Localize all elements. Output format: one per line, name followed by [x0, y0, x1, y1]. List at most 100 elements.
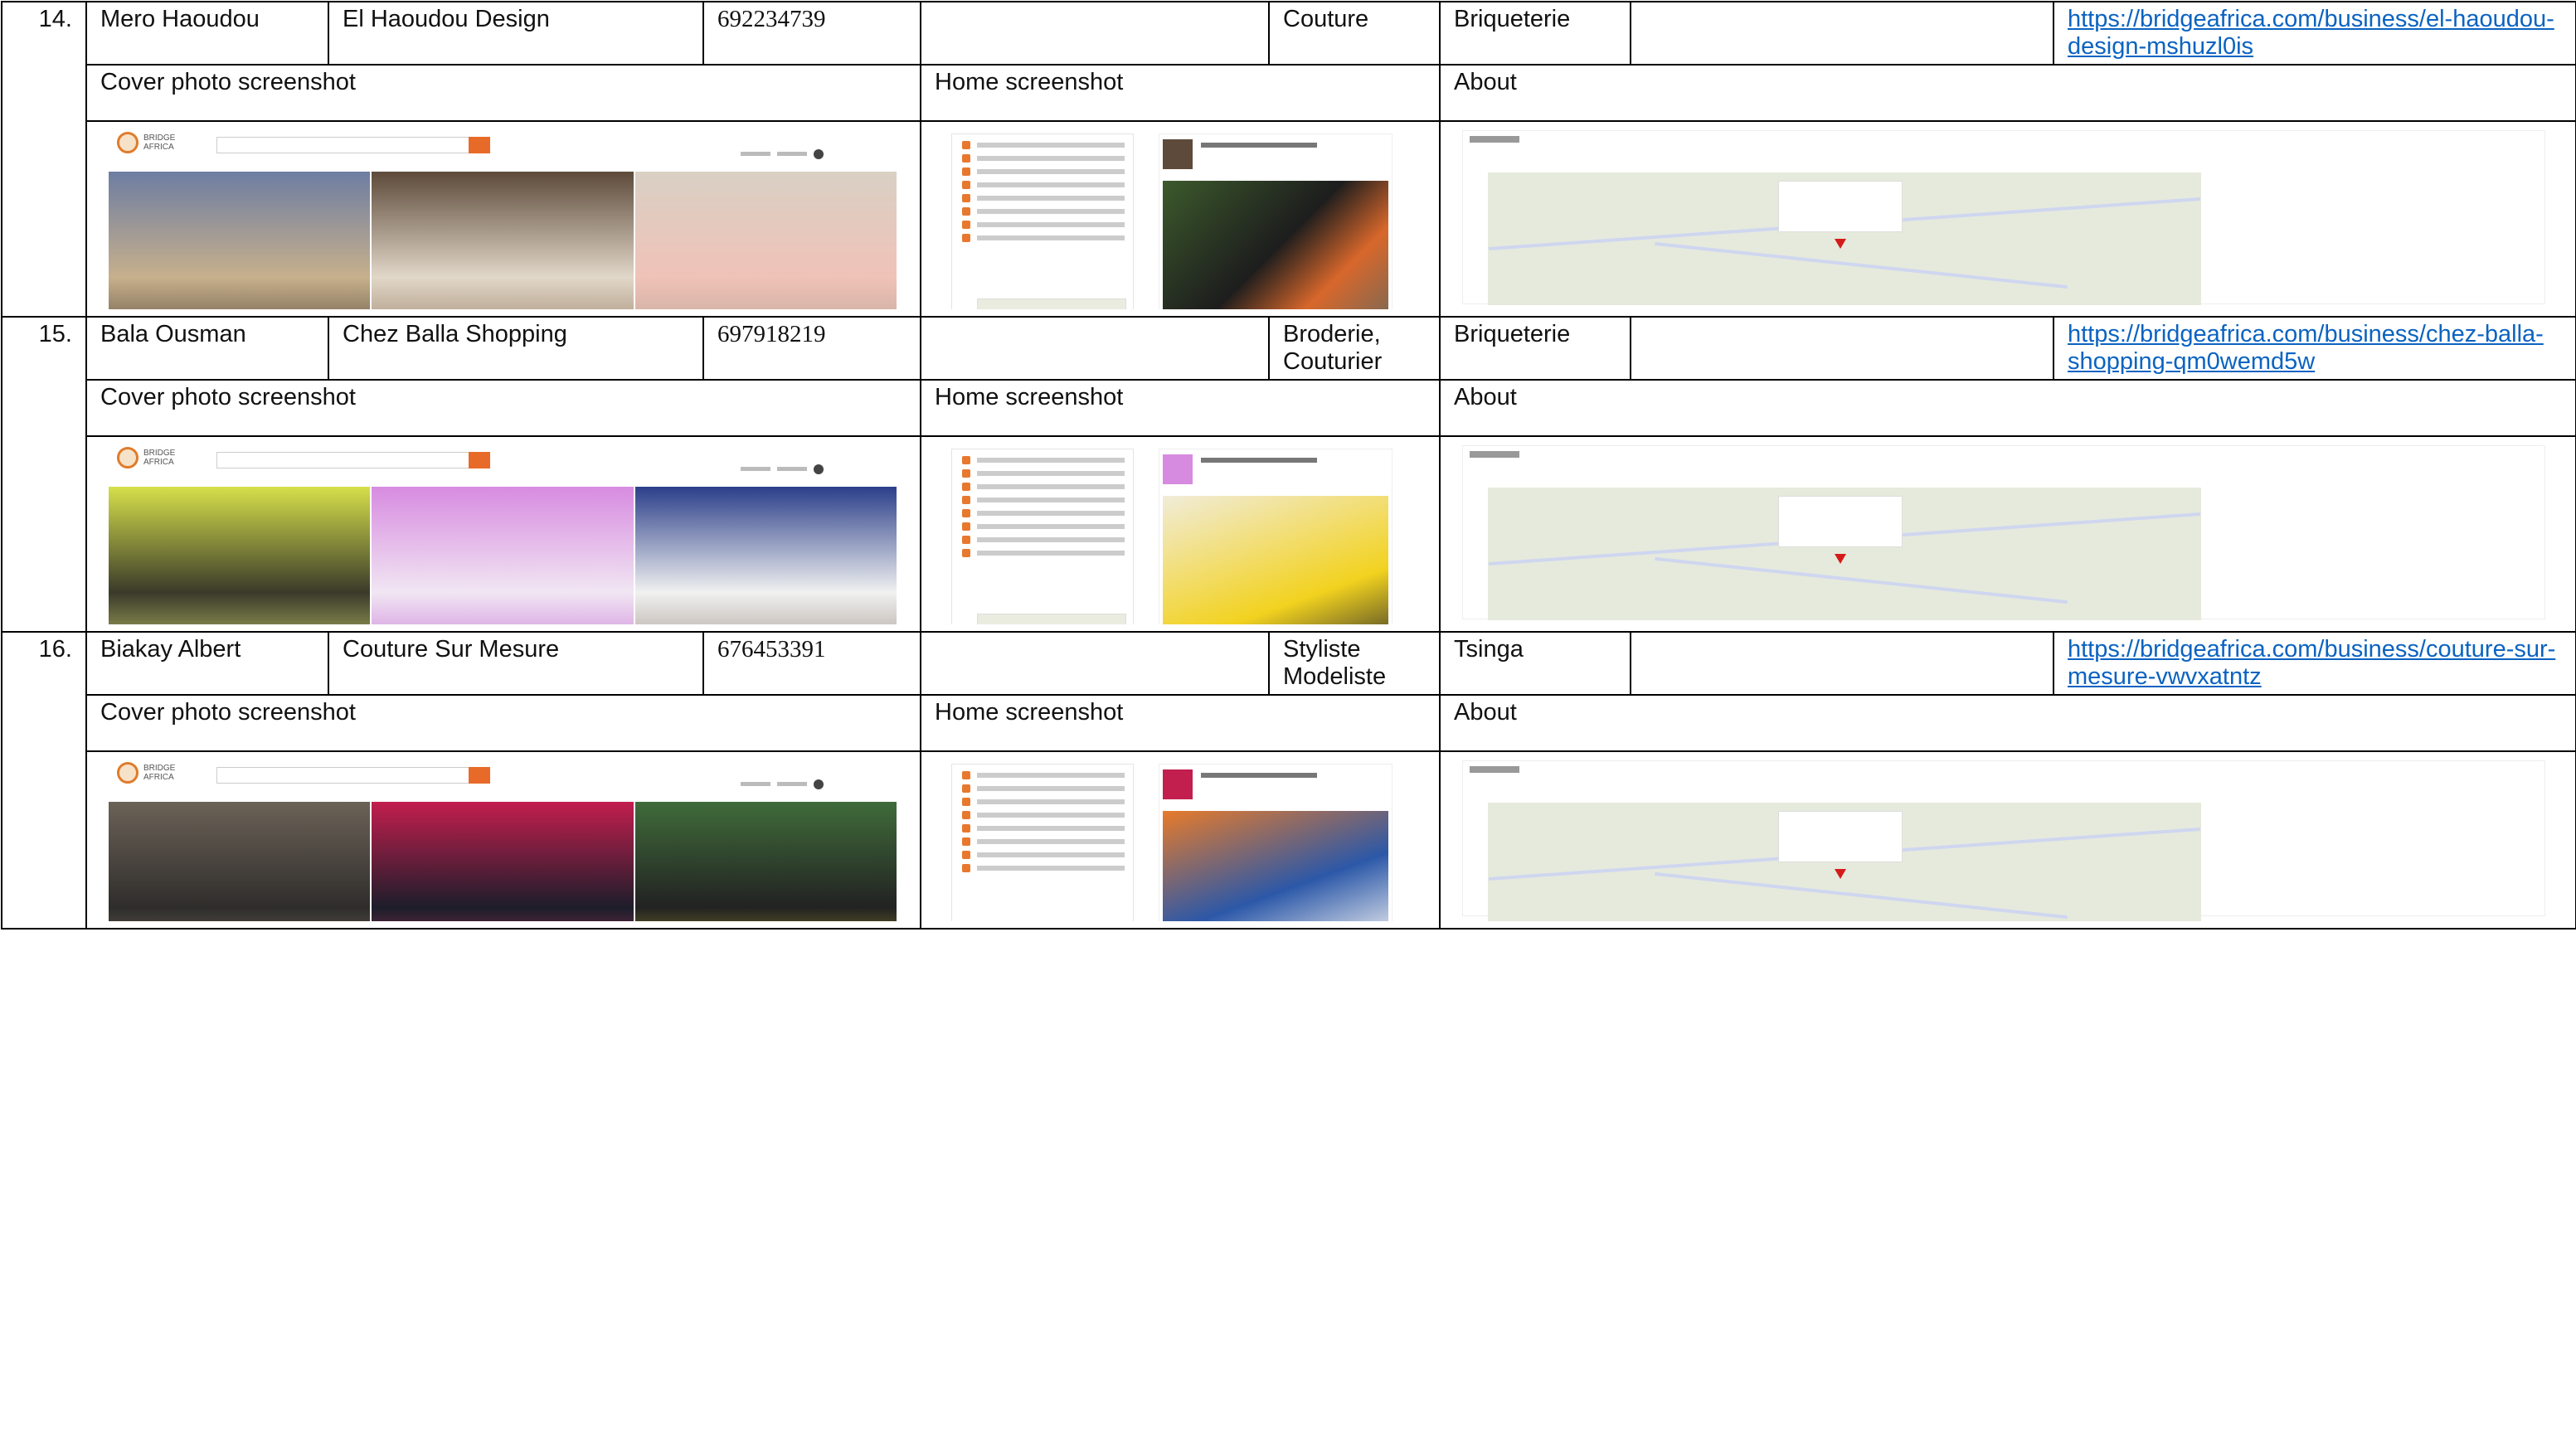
- map-pin-icon: [1835, 239, 1846, 249]
- record-label-row: Cover photo screenshot Home screenshot A…: [2, 64, 2576, 122]
- cover-screenshot: BRIDGEAFRICA Chez Balla shopping: [85, 435, 921, 633]
- owner-name: Biakay Albert: [85, 631, 329, 696]
- business-name: Couture Sur Mesure: [328, 631, 704, 696]
- cover-photo: [109, 172, 898, 309]
- cover-photo-panel: [634, 487, 897, 624]
- record-screenshot-row: BRIDGEAFRICA Chez Balla shopping: [2, 435, 2576, 633]
- record-label-row: Cover photo screenshot Home screenshot A…: [2, 694, 2576, 752]
- record-number: 16.: [1, 631, 87, 930]
- cover-photo-panel: [372, 172, 634, 309]
- business-records-document: 14. Mero Haoudou El Haoudou Design 69223…: [0, 0, 2576, 1432]
- cover-photo-panel: [372, 802, 634, 921]
- cover-photo-panel: [109, 487, 371, 624]
- business-name: Chez Balla Shopping: [328, 316, 704, 381]
- phone-number: 697918219: [702, 316, 921, 381]
- info-sidebar: [951, 449, 1134, 624]
- record-header-row: 14. Mero Haoudou El Haoudou Design 69223…: [1, 1, 2576, 318]
- empty-cell: [1630, 1, 2054, 66]
- location: Briqueterie: [1439, 1, 1631, 66]
- record-number: 15.: [1, 316, 87, 633]
- record-header-row: 15. Bala Ousman Chez Balla Shopping 6979…: [1, 316, 2576, 633]
- mini-map: [977, 614, 1126, 624]
- search-icon: [469, 137, 490, 153]
- record-screenshot-row: BRIDGEAFRICA El haoudou design: [2, 120, 2576, 318]
- cover-photo: [109, 802, 898, 921]
- record-label-row: Cover photo screenshot Home screenshot A…: [2, 379, 2576, 437]
- cover-screenshot: BRIDGEAFRICA El haoudou design: [85, 120, 921, 318]
- empty-cell: [920, 316, 1270, 381]
- empty-cell: [1630, 316, 2054, 381]
- post-image: [1163, 181, 1388, 309]
- search-bar: [216, 452, 490, 468]
- category: Styliste Modeliste: [1268, 631, 1441, 696]
- search-bar: [216, 137, 490, 153]
- search-icon: [469, 767, 490, 784]
- home-screenshot: [920, 120, 1441, 318]
- about-screenshot: [1439, 120, 2576, 318]
- cover-label: Cover photo screenshot: [85, 694, 921, 752]
- about-screenshot: [1439, 435, 2576, 633]
- avatar: [1163, 454, 1193, 484]
- empty-cell: [920, 1, 1270, 66]
- location-map: [1488, 803, 2201, 921]
- map-pin-icon: [1835, 869, 1846, 879]
- category: Broderie, Couturier: [1268, 316, 1441, 381]
- home-screenshot: [920, 435, 1441, 633]
- phone-number: 676453391: [702, 631, 921, 696]
- category: Couture: [1268, 1, 1441, 66]
- cover-screenshot: BRIDGEAFRICA Couture sur mesure: [85, 750, 921, 930]
- post-image: [1163, 496, 1388, 624]
- cover-label: Cover photo screenshot: [85, 64, 921, 122]
- about-label: About: [1439, 379, 2576, 437]
- record-header-row: 16. Biakay Albert Couture Sur Mesure 676…: [1, 631, 2576, 930]
- business-url-cell: https://bridgeafrica.com/business/el-hao…: [2053, 1, 2576, 66]
- location: Briqueterie: [1439, 316, 1631, 381]
- avatar: [1163, 769, 1193, 799]
- bridge-africa-logo-icon: BRIDGE AFRICA: [117, 132, 192, 155]
- bridge-africa-logo-icon: BRIDGE AFRICA: [117, 762, 192, 785]
- business-url-link[interactable]: https://bridgeafrica.com/business/chez-b…: [2068, 321, 2544, 375]
- about-label: About: [1439, 694, 2576, 752]
- cover-photo-panel: [634, 172, 897, 309]
- business-records-table: 14. Mero Haoudou El Haoudou Design 69223…: [1, 1, 2576, 930]
- map-pin-icon: [1835, 554, 1846, 564]
- post-image: [1163, 811, 1388, 921]
- record-number: 14.: [1, 1, 87, 318]
- bridge-africa-logo-icon: BRIDGE AFRICA: [117, 447, 192, 470]
- search-icon: [469, 452, 490, 468]
- business-name: El Haoudou Design: [328, 1, 704, 66]
- cover-label: Cover photo screenshot: [85, 379, 921, 437]
- cover-photo-panel: [634, 802, 897, 921]
- avatar: [1163, 139, 1193, 169]
- empty-cell: [1630, 631, 2054, 696]
- owner-name: Mero Haoudou: [85, 1, 329, 66]
- about-label: About: [1439, 64, 2576, 122]
- cover-photo-panel: [109, 802, 371, 921]
- empty-cell: [920, 631, 1270, 696]
- post-card: [1159, 449, 1392, 624]
- location-map: [1488, 488, 2201, 620]
- cover-photo-panel: [109, 172, 371, 309]
- post-card: [1159, 133, 1392, 309]
- location-map: [1488, 172, 2201, 305]
- business-url-link[interactable]: https://bridgeafrica.com/business/el-hao…: [2068, 6, 2554, 60]
- owner-name: Bala Ousman: [85, 316, 329, 381]
- post-card: [1159, 764, 1392, 921]
- business-url-cell: https://bridgeafrica.com/business/chez-b…: [2053, 316, 2576, 381]
- info-sidebar: [951, 133, 1134, 309]
- cover-photo: [109, 487, 898, 624]
- home-label: Home screenshot: [920, 694, 1441, 752]
- business-url-link[interactable]: https://bridgeafrica.com/business/coutur…: [2068, 636, 2555, 690]
- home-label: Home screenshot: [920, 64, 1441, 122]
- cover-photo-panel: [372, 487, 634, 624]
- search-bar: [216, 767, 490, 784]
- about-screenshot: [1439, 750, 2576, 930]
- business-url-cell: https://bridgeafrica.com/business/coutur…: [2053, 631, 2576, 696]
- phone-number: 692234739: [702, 1, 921, 66]
- mini-map: [977, 299, 1126, 309]
- home-screenshot: [920, 750, 1441, 930]
- info-sidebar: [951, 764, 1134, 921]
- home-label: Home screenshot: [920, 379, 1441, 437]
- location: Tsinga: [1439, 631, 1631, 696]
- record-screenshot-row: BRIDGEAFRICA Couture sur mesure: [2, 750, 2576, 930]
